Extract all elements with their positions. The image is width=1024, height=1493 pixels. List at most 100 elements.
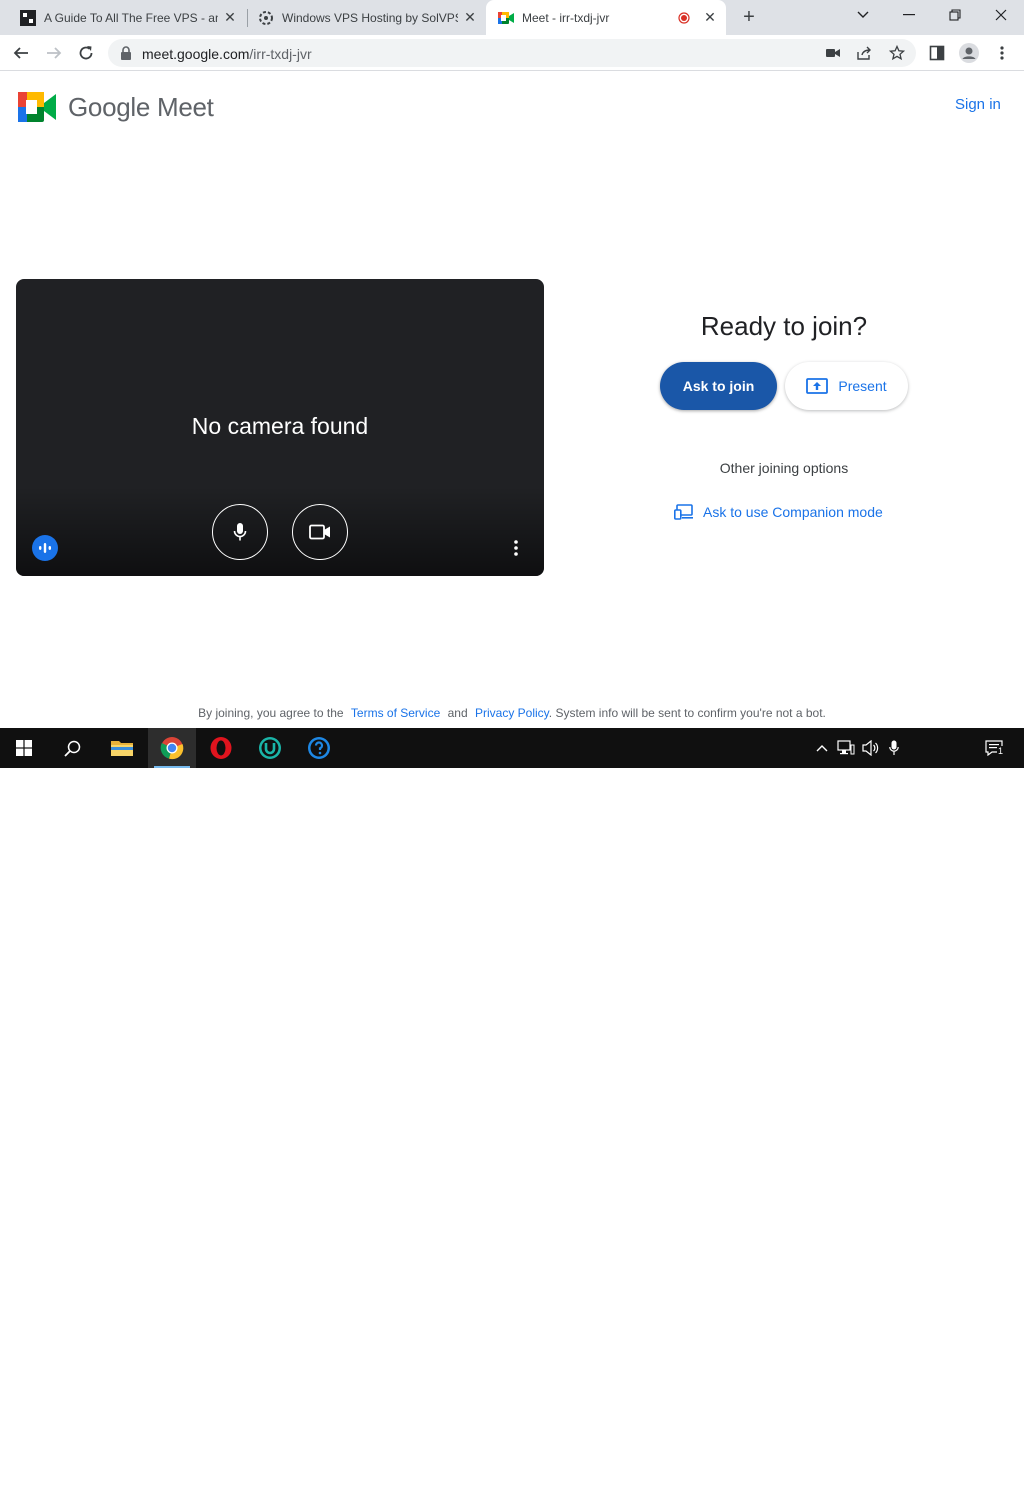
back-button[interactable] <box>8 40 34 66</box>
sign-in-link[interactable]: Sign in <box>955 96 1001 113</box>
audio-levels-icon <box>39 543 51 553</box>
side-panel-button[interactable] <box>926 42 948 64</box>
windows-taskbar: 1:32 PM 7/25/2022 1 <box>0 728 1024 1491</box>
meet-favicon-icon <box>498 11 514 24</box>
minimize-button[interactable] <box>886 0 932 30</box>
legal-prefix: By joining, you agree to the <box>198 706 344 720</box>
profile-button[interactable] <box>958 42 980 64</box>
more-vert-icon <box>514 540 518 556</box>
reload-icon <box>79 46 93 60</box>
help-icon <box>308 737 330 759</box>
lock-icon <box>121 46 131 60</box>
new-tab-button[interactable]: + <box>738 6 760 28</box>
help-app-taskbar-button[interactable] <box>295 728 343 768</box>
clock-time: 1:32 PM <box>916 1460 962 1474</box>
camera-icon <box>826 49 840 57</box>
speaker-icon <box>862 740 879 756</box>
chevron-down-icon <box>857 11 869 18</box>
tab-close-icon[interactable]: ✕ <box>462 9 478 26</box>
u-app-icon <box>259 737 281 759</box>
restore-icon <box>949 9 961 21</box>
action-center-button[interactable]: 1 <box>980 738 1008 758</box>
more-vert-icon <box>1000 46 1004 60</box>
legal-notice: By joining, you agree to the Terms of Se… <box>0 706 1024 720</box>
present-label: Present <box>838 378 887 394</box>
share-button[interactable] <box>856 44 874 62</box>
close-icon <box>995 9 1007 21</box>
tab-search-button[interactable] <box>840 0 886 30</box>
tab-free-vps-guide[interactable]: A Guide To All The Free VPS - and ✕ <box>0 0 246 35</box>
site-favicon-icon <box>20 9 36 26</box>
avatar-icon <box>959 43 979 63</box>
start-button[interactable] <box>0 728 48 768</box>
tab-title: A Guide To All The Free VPS - and <box>44 10 218 25</box>
search-icon <box>63 740 80 757</box>
bookmark-button[interactable] <box>888 44 906 62</box>
folder-icon <box>111 741 133 756</box>
network-button[interactable] <box>836 738 856 758</box>
video-camera-icon <box>309 524 330 540</box>
restore-button[interactable] <box>932 0 978 30</box>
privacy-policy-link[interactable]: Privacy Policy <box>475 706 549 720</box>
forward-button[interactable] <box>41 40 67 66</box>
show-hidden-icons-button[interactable] <box>814 738 830 758</box>
file-explorer-button[interactable] <box>98 728 146 768</box>
chrome-taskbar-button[interactable] <box>148 728 196 768</box>
present-screen-icon <box>806 378 829 394</box>
taskbar-clock[interactable]: 1:32 PM 7/25/2022 <box>906 1459 972 1493</box>
preview-gradient <box>16 486 544 576</box>
ready-to-join-heading: Ready to join? <box>700 311 868 341</box>
arrow-right-icon <box>47 47 62 59</box>
microphone-in-use-indicator[interactable] <box>886 738 902 758</box>
tab-meet[interactable]: Meet - irr-txdj-jvr ✕ <box>486 0 726 35</box>
network-icon <box>837 740 855 755</box>
camera-preview: No camera found <box>16 279 544 576</box>
volume-button[interactable] <box>860 738 882 758</box>
terms-of-service-link[interactable]: Terms of Service <box>351 706 440 720</box>
share-icon <box>857 46 871 60</box>
companion-devices-icon <box>674 504 693 520</box>
microphone-toggle-button[interactable] <box>212 504 268 560</box>
camera-indicator-button[interactable] <box>824 44 842 62</box>
tab-close-icon[interactable]: ✕ <box>702 9 718 26</box>
tab-title: Meet - irr-txdj-jvr <box>522 10 610 25</box>
solvps-favicon-icon <box>259 10 273 25</box>
notification-count-badge: 1 <box>997 746 1005 756</box>
other-joining-options-label: Other joining options <box>719 460 849 476</box>
visual-effects-button[interactable] <box>32 535 58 561</box>
search-button[interactable] <box>48 728 96 768</box>
legal-suffix: . System info will be sent to confirm yo… <box>548 706 826 720</box>
arrow-left-icon <box>13 47 28 59</box>
companion-label: Ask to use Companion mode <box>703 504 883 520</box>
chrome-icon <box>160 737 184 760</box>
u-app-taskbar-button[interactable] <box>246 728 294 768</box>
present-button[interactable]: Present <box>785 362 908 410</box>
browser-toolbar: meet.google.com/irr-txdj-jvr <box>0 35 1024 71</box>
tab-close-icon[interactable]: ✕ <box>222 9 238 26</box>
chevron-up-icon <box>816 745 828 752</box>
google-meet-wordmark: Google Meet <box>68 92 214 122</box>
tab-title: Windows VPS Hosting by SolVPS <box>282 10 458 25</box>
star-icon <box>889 45 905 61</box>
url-host: meet.google.com <box>142 46 250 62</box>
companion-mode-link[interactable]: Ask to use Companion mode <box>674 503 883 521</box>
side-panel-icon <box>929 45 945 61</box>
legal-and: and <box>447 706 468 720</box>
camera-toggle-button[interactable] <box>292 504 348 560</box>
no-camera-message: No camera found <box>191 413 369 439</box>
google-meet-logo-icon <box>18 92 56 122</box>
opera-taskbar-button[interactable] <box>197 728 245 768</box>
url-text: meet.google.com/irr-txdj-jvr <box>142 46 312 62</box>
microphone-icon <box>233 523 247 541</box>
address-bar[interactable]: meet.google.com/irr-txdj-jvr <box>108 39 916 67</box>
tab-solvps[interactable]: Windows VPS Hosting by SolVPS ✕ <box>238 0 486 35</box>
browser-tab-strip: A Guide To All The Free VPS - and ✕ Wind… <box>0 0 1024 35</box>
recording-indicator-icon <box>678 11 690 24</box>
close-window-button[interactable] <box>978 0 1024 30</box>
microphone-icon <box>889 740 899 755</box>
preview-more-options-button[interactable] <box>508 537 524 559</box>
clock-date: 7/25/2022 <box>912 1477 966 1491</box>
ask-to-join-button[interactable]: Ask to join <box>660 362 777 410</box>
reload-button[interactable] <box>73 40 99 66</box>
browser-menu-button[interactable] <box>991 42 1013 64</box>
